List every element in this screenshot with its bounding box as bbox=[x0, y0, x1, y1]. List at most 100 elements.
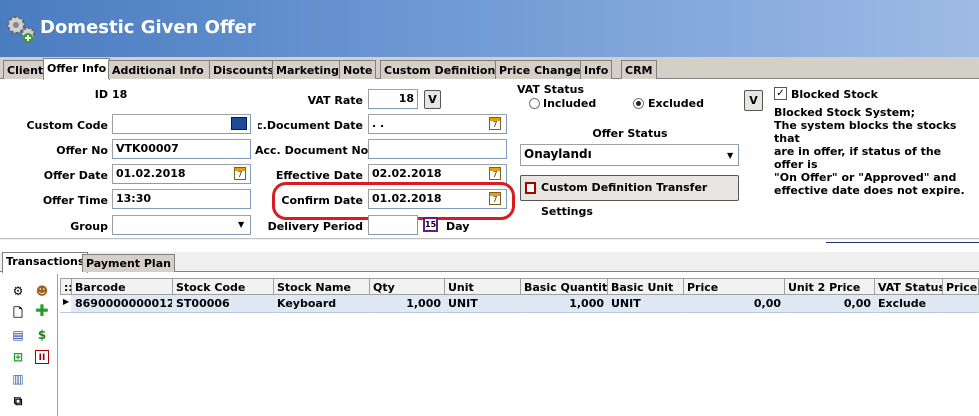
add-icon[interactable]: ✚ bbox=[35, 303, 49, 319]
info-line: "On Offer" or "Approved" and bbox=[774, 171, 957, 184]
calendar-15-icon[interactable]: 15 bbox=[423, 217, 438, 232]
acc-document-no-label: Acc. Document No bbox=[255, 144, 369, 157]
acc-document-date-label: Acc.Document Date bbox=[258, 119, 363, 132]
column-header[interactable]: Price bbox=[684, 278, 785, 295]
new-document-icon[interactable]: 🗋 bbox=[11, 306, 25, 320]
day-label: Day bbox=[446, 220, 470, 233]
window-title: Domestic Given Offer bbox=[40, 17, 256, 38]
column-header[interactable]: Basic Unit bbox=[608, 278, 684, 295]
column-header[interactable]: Stock Name bbox=[274, 278, 370, 295]
offer-status-select[interactable]: Onaylandı bbox=[520, 144, 739, 166]
row-indicator: ▶ bbox=[60, 295, 72, 313]
column-header[interactable]: VAT Status bbox=[875, 278, 943, 295]
offer-time-input[interactable]: 13:30 bbox=[112, 189, 251, 209]
column-header[interactable]: Price bbox=[943, 278, 979, 295]
custom-definition-transfer-button[interactable]: Custom Definition Transfer Settings bbox=[520, 175, 739, 218]
offer-date-label: Offer Date bbox=[43, 169, 108, 182]
calendar-icon[interactable]: 7 bbox=[489, 117, 501, 130]
effective-date-input[interactable]: 02.02.2018 bbox=[368, 164, 507, 184]
column-header[interactable]: Unit bbox=[445, 278, 521, 295]
binder-icon[interactable]: ▥ bbox=[11, 372, 25, 386]
copy-icon[interactable]: ⧉ bbox=[11, 394, 25, 408]
divider bbox=[0, 238, 979, 240]
info-line: are in offer, if status of the offer is bbox=[774, 145, 942, 171]
blocked-stock-checkbox[interactable]: ✓ bbox=[774, 87, 787, 100]
tab-offer-info[interactable]: Offer Info bbox=[43, 58, 111, 80]
tab-info[interactable]: Info bbox=[580, 60, 613, 79]
calendar-icon[interactable]: 7 bbox=[489, 167, 501, 180]
column-header[interactable]: Unit 2 Price bbox=[785, 278, 875, 295]
column-header[interactable]: Basic Quantity bbox=[521, 278, 608, 295]
included-label: Included bbox=[543, 97, 597, 110]
cell-stock-name[interactable]: Keyboard bbox=[274, 295, 370, 313]
info-line: Blocked Stock System; bbox=[774, 106, 916, 119]
grid-corner: :: bbox=[60, 278, 72, 295]
transfer-icon[interactable]: II bbox=[35, 350, 49, 364]
calendar-icon[interactable]: 7 bbox=[234, 167, 246, 180]
blocked-stock-info: Blocked Stock System; The system blocks … bbox=[774, 106, 974, 197]
tab-discounts[interactable]: Discounts bbox=[209, 60, 278, 79]
included-radio[interactable] bbox=[529, 98, 540, 109]
tab-custom-definitions[interactable]: Custom Definitions bbox=[380, 60, 506, 79]
group-label: Group bbox=[70, 220, 108, 233]
cell-price[interactable]: 0,00 bbox=[684, 295, 785, 313]
tab-marketing[interactable]: Marketing bbox=[272, 60, 344, 79]
tab-price-change[interactable]: Price Change bbox=[495, 60, 585, 79]
column-header[interactable]: Stock Code bbox=[173, 278, 274, 295]
grid-toolbar: ⚙ ☻ 🗋 ✚ ▤ $ ⊞ II ▥ ⧉ bbox=[0, 274, 58, 416]
tab-additional-info-1[interactable]: Additional Info 1 bbox=[108, 60, 220, 79]
tab-client[interactable]: Client bbox=[3, 60, 48, 79]
acc-document-no-input[interactable] bbox=[368, 139, 507, 159]
vat-rate-label: VAT Rate bbox=[307, 94, 363, 107]
cell-vat-status[interactable]: Exclude bbox=[875, 295, 943, 313]
cell-unit[interactable]: UNIT bbox=[445, 295, 521, 313]
custom-definition-transfer-label: Custom Definition Transfer Settings bbox=[541, 181, 708, 218]
gear-icon[interactable]: ⚙ bbox=[11, 284, 25, 298]
splitter-handle[interactable] bbox=[826, 242, 979, 248]
cell-basic-unit[interactable]: UNIT bbox=[608, 295, 684, 313]
id-value: 18 bbox=[112, 88, 128, 101]
vat-rate-button[interactable]: V bbox=[424, 90, 441, 109]
tab-crm[interactable]: CRM bbox=[621, 60, 657, 79]
chevron-down-icon[interactable]: ▼ bbox=[727, 151, 733, 160]
gears-icon bbox=[7, 16, 35, 43]
vat-status-label: VAT Status bbox=[517, 83, 584, 96]
custom-code-label: Custom Code bbox=[26, 119, 108, 132]
tab-transactions[interactable]: Transactions bbox=[2, 252, 89, 273]
cell-qty[interactable]: 1,000 bbox=[370, 295, 445, 313]
cell-stock-code[interactable]: ST00006 bbox=[173, 295, 274, 313]
offer-status-label: Offer Status bbox=[592, 127, 668, 140]
vat-status-button[interactable]: V bbox=[744, 90, 763, 111]
offer-no-input[interactable]: VTK00007 bbox=[112, 139, 251, 159]
effective-date-label: Effective Date bbox=[275, 169, 363, 182]
offer-time-label: Offer Time bbox=[42, 194, 108, 207]
add-row-icon[interactable]: ⊞ bbox=[11, 350, 25, 364]
offer-date-input[interactable]: 01.02.2018 bbox=[112, 164, 251, 184]
cell-unit-2-price[interactable]: 0,00 bbox=[785, 295, 875, 313]
dollar-icon[interactable]: $ bbox=[35, 328, 49, 342]
delivery-period-input[interactable] bbox=[368, 215, 418, 235]
cell-price-2[interactable] bbox=[943, 295, 979, 313]
cell-barcode[interactable]: 8690000000012 bbox=[72, 295, 173, 313]
blocked-stock-label: Blocked Stock bbox=[791, 88, 878, 101]
tab-payment-plan[interactable]: Payment Plan bbox=[82, 254, 175, 272]
chevron-down-icon[interactable]: ▼ bbox=[238, 220, 244, 229]
cell-basic-quantity[interactable]: 1,000 bbox=[521, 295, 608, 313]
offer-no-label: Offer No bbox=[56, 144, 108, 157]
document-icon[interactable]: ▤ bbox=[11, 328, 25, 342]
title-bar: Domestic Given Offer bbox=[0, 0, 979, 57]
column-header[interactable]: Barcode bbox=[72, 278, 173, 295]
tab-strip: Client Offer Info Additional Info 1 Disc… bbox=[0, 57, 979, 80]
tab-note[interactable]: Note bbox=[339, 60, 377, 79]
lower-tab-strip: Transactions Payment Plan bbox=[0, 252, 979, 273]
transactions-grid: :: Barcode Stock Code Stock Name Qty Uni… bbox=[60, 278, 979, 416]
group-select[interactable] bbox=[112, 215, 251, 235]
excluded-radio[interactable] bbox=[633, 98, 644, 109]
delivery-period-label: Delivery Period bbox=[267, 220, 363, 233]
lookup-icon[interactable] bbox=[231, 117, 247, 130]
column-header[interactable]: Qty bbox=[370, 278, 445, 295]
acc-document-date-input[interactable]: . . bbox=[368, 114, 507, 134]
transfer-icon bbox=[525, 182, 536, 194]
users-icon[interactable]: ☻ bbox=[35, 284, 49, 298]
vat-rate-input[interactable]: 18 bbox=[368, 89, 418, 109]
